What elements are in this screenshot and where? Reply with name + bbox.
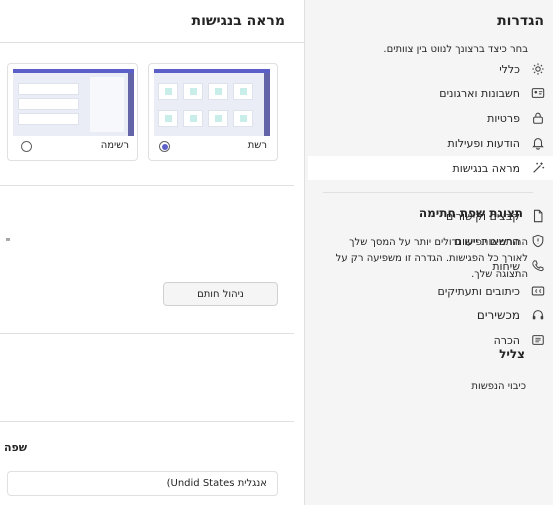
sidebar-item-label: מראה בנגישות: [452, 161, 521, 175]
sidebar-item-label: מכשירים: [476, 308, 520, 322]
sidebar-item-label: הכרה: [493, 333, 520, 347]
layout-prompt: בחר כיצד ברצונך לנווט בין צוותים.: [383, 44, 528, 55]
about-icon: [530, 332, 546, 348]
captions-icon: [530, 283, 546, 299]
preview-tile: [208, 110, 228, 127]
section-divider: [0, 185, 294, 186]
preview-list-row: [18, 98, 79, 110]
sign-language-title: תצוגת שפת חתימה: [418, 206, 523, 220]
preview-tile: [158, 110, 178, 127]
list-preview: [13, 69, 134, 136]
animations-setting-label: כיבוי הנפשות: [471, 381, 526, 392]
grid-option-card[interactable]: רשת: [148, 63, 278, 161]
preview-tile: [208, 83, 228, 100]
language-dropdown-value: אנגלית Undid States): [166, 478, 267, 489]
preview-rail: [128, 73, 134, 136]
sidebar-item-privacy[interactable]: פרטיות: [316, 106, 546, 130]
sidebar-item-appearance[interactable]: מראה בנגישות: [308, 156, 553, 180]
sidebar-item-devices[interactable]: מכשירים: [316, 303, 546, 327]
manage-signers-button[interactable]: ניהול חותם: [163, 282, 278, 306]
list-option-card[interactable]: רשימה: [7, 63, 138, 161]
preview-header-bar: [13, 69, 134, 73]
preview-list-row: [18, 113, 79, 125]
contact-card-icon: [530, 85, 546, 101]
preview-list-row: [18, 83, 79, 95]
shield-icon: [530, 233, 546, 249]
manage-signers-label: ניהול חותם: [197, 288, 244, 300]
sidebar-item-label: חשבונות וארגונים: [439, 86, 520, 100]
headset-icon: [530, 307, 546, 323]
gear-icon: [530, 61, 546, 77]
sidebar-item-label: כללי: [499, 62, 520, 76]
language-title: שפה: [4, 441, 28, 454]
sidebar-item-label: כיתובים ותעתיקים: [437, 284, 520, 298]
preview-tile: [233, 83, 253, 100]
title-divider: [0, 42, 304, 43]
sidebar-item-general[interactable]: כללי: [316, 57, 546, 81]
sidebar-item-accounts[interactable]: חשבונות וארגונים: [316, 81, 546, 105]
captions-title: צליל: [499, 347, 525, 361]
sidebar-item-label: הודעות ופעילות: [447, 136, 521, 150]
sign-language-description: החותמים יופיעו גדולים יותר על המסך שלך ל…: [335, 237, 528, 280]
preview-rail: [264, 73, 270, 136]
preview-tile: [233, 110, 253, 127]
list-label: רשימה: [100, 140, 129, 151]
language-dropdown[interactable]: אנגלית Undid States): [7, 471, 278, 496]
section-divider: [0, 421, 294, 422]
bell-icon: [530, 135, 546, 151]
preview-tile: [183, 83, 203, 100]
preview-side-pane: [90, 77, 124, 132]
file-icon: [530, 208, 546, 224]
list-radio[interactable]: [21, 141, 32, 152]
grid-preview: [154, 69, 270, 136]
accessibility-wand-icon: [530, 160, 546, 176]
section-divider: [0, 333, 294, 334]
preview-tile: [158, 83, 178, 100]
grid-radio[interactable]: [159, 141, 170, 152]
lock-icon: [530, 110, 546, 126]
settings-title: הגדרות: [497, 13, 544, 29]
sidebar-item-notifications[interactable]: הודעות ופעילות: [316, 131, 546, 155]
grid-label: רשת: [247, 140, 267, 151]
preview-tile: [183, 110, 203, 127]
phone-icon: [530, 258, 546, 274]
sidebar-divider: [323, 192, 533, 193]
description-fragment: יי: [6, 236, 11, 246]
preview-header-bar: [154, 69, 270, 73]
sidebar-item-label: פרטיות: [487, 111, 520, 125]
page-title: מראה בנגישות: [191, 13, 286, 29]
